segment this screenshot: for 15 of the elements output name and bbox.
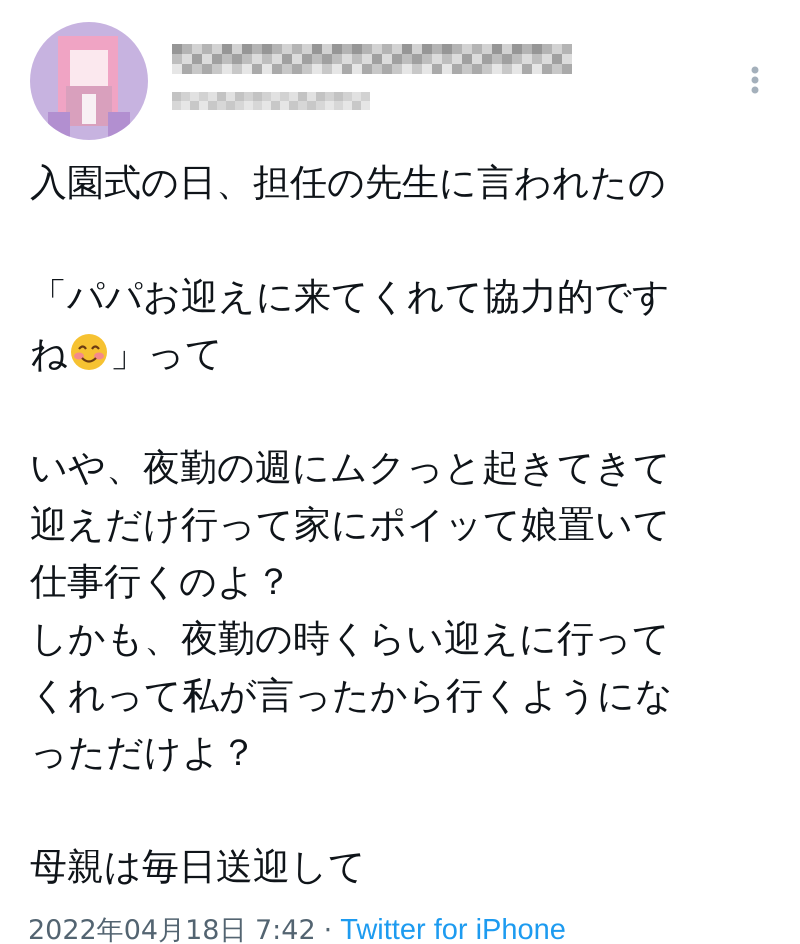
tweet-text-line: いや、夜勤の週にムクっと起きてきて (30, 445, 671, 491)
tweet-text-line: 入園式の日、担任の先生に言われたの (30, 160, 666, 206)
tweet-text-line: 母親は毎日送迎して (30, 844, 366, 890)
tweet-text-line: 仕事行くのよ？ (30, 559, 292, 605)
separator-dot: · (324, 914, 332, 944)
tweet-text-line: しかも、夜勤の時くらい迎えに行って (30, 616, 670, 662)
more-options-icon[interactable] (750, 66, 760, 94)
tweet-text-line: 迎えだけ行って家にポイッて娘置いて (30, 502, 671, 548)
tweet-text-line: っただけよ？ (30, 730, 257, 776)
tweet-text-line: 「パパお迎えに来てくれて協力的です (30, 274, 670, 320)
tweet-timestamp: 2022年04月18日 7:42 (28, 914, 316, 944)
tweet-text-line: くれって私が言ったから行くようにな (30, 673, 673, 719)
source-link[interactable]: Twitter for iPhone (340, 909, 566, 944)
tweet-text-line: ね 」って (30, 331, 223, 377)
smiling-face-icon (69, 332, 109, 372)
